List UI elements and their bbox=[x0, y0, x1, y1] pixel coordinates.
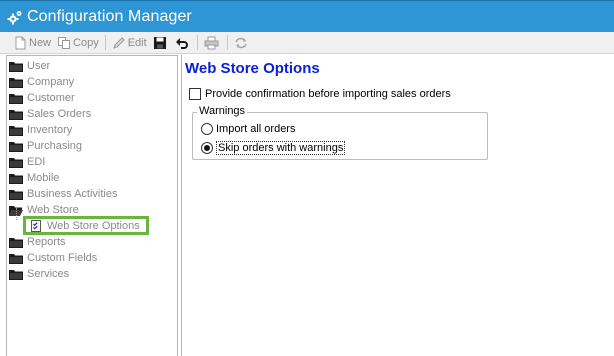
copy-button-label: Copy bbox=[73, 36, 99, 49]
warnings-group-label: Warnings bbox=[197, 105, 248, 117]
tree-item-customer[interactable]: Customer bbox=[9, 90, 75, 106]
tree-item-label: Sales Orders bbox=[27, 108, 92, 120]
tree-item-label: Services bbox=[27, 268, 70, 280]
undo-button[interactable] bbox=[172, 33, 194, 53]
tree-item-label: Inventory bbox=[27, 124, 73, 136]
toolbar-separator bbox=[196, 35, 198, 50]
print-button[interactable] bbox=[201, 33, 224, 53]
tree-item-sales-orders[interactable]: Sales Orders bbox=[9, 106, 91, 122]
tree-item-label: Web Store Options bbox=[47, 219, 140, 232]
toolbar-separator bbox=[226, 35, 228, 50]
folder-icon bbox=[9, 237, 23, 248]
folder-icon bbox=[9, 61, 23, 72]
tree-item-company[interactable]: Company bbox=[9, 74, 74, 90]
refresh-button[interactable] bbox=[231, 33, 253, 53]
window-title: Configuration Manager bbox=[27, 7, 192, 25]
tree-item-services[interactable]: Services bbox=[9, 266, 69, 282]
toolbar: New Copy Edit bbox=[0, 32, 614, 54]
tree-item-web-store-options[interactable]: Web Store Options bbox=[23, 216, 149, 235]
new-button-label: New bbox=[29, 36, 52, 49]
tree-item-business-activities[interactable]: Business Activities bbox=[9, 186, 117, 202]
undo-icon bbox=[175, 37, 188, 49]
tree-item-label: Business Activities bbox=[27, 188, 118, 200]
folder-icon bbox=[9, 253, 23, 264]
gear-icon bbox=[6, 8, 24, 26]
tree-item-inventory[interactable]: Inventory bbox=[9, 122, 72, 138]
skip-warnings-radio[interactable] bbox=[201, 142, 213, 154]
confirm-import-checkbox[interactable] bbox=[189, 88, 201, 100]
edit-button[interactable]: Edit bbox=[109, 33, 150, 53]
new-document-icon bbox=[15, 36, 26, 49]
tree-item-label: Mobile bbox=[27, 172, 60, 184]
copy-button[interactable]: Copy bbox=[54, 33, 102, 53]
skip-warnings-label: Skip orders with warnings bbox=[216, 141, 346, 155]
tree-item-label: Customer bbox=[27, 92, 75, 104]
options-panel: Web Store Options Provide confirmation b… bbox=[181, 55, 614, 356]
warnings-groupbox: Warnings Import all orders Skip orders w… bbox=[192, 105, 488, 160]
tree-item-label: Custom Fields bbox=[27, 252, 98, 264]
folder-icon bbox=[9, 189, 23, 200]
tree-item-purchasing[interactable]: Purchasing bbox=[9, 138, 82, 154]
navigation-tree: User Company Customer Sales Orders Inven… bbox=[6, 55, 178, 356]
edit-button-label: Edit bbox=[127, 36, 147, 49]
import-all-radio[interactable] bbox=[201, 123, 213, 135]
tree-item-custom-fields[interactable]: Custom Fields bbox=[9, 250, 97, 266]
import-all-radio-row[interactable]: Import all orders bbox=[201, 123, 295, 135]
title-bar: Configuration Manager bbox=[0, 0, 614, 32]
folder-icon bbox=[9, 93, 23, 104]
new-button[interactable]: New bbox=[10, 33, 54, 53]
folder-icon bbox=[9, 109, 23, 120]
tree-item-label: Company bbox=[27, 76, 75, 88]
tree-item-user[interactable]: User bbox=[9, 58, 50, 74]
pencil-icon bbox=[112, 36, 125, 49]
folder-icon bbox=[9, 125, 23, 136]
tree-item-mobile[interactable]: Mobile bbox=[9, 170, 59, 186]
page-title: Web Store Options bbox=[185, 60, 320, 77]
toolbar-separator bbox=[104, 35, 106, 50]
save-icon bbox=[153, 36, 166, 49]
tree-item-label: Reports bbox=[27, 236, 66, 248]
confirm-import-checkbox-row[interactable]: Provide confirmation before importing sa… bbox=[189, 88, 451, 100]
skip-warnings-radio-row[interactable]: Skip orders with warnings bbox=[201, 141, 346, 155]
confirm-import-label: Provide confirmation before importing sa… bbox=[205, 88, 451, 100]
folder-icon bbox=[9, 157, 23, 168]
refresh-icon bbox=[234, 37, 247, 48]
settings-page-icon bbox=[31, 219, 41, 232]
folder-icon bbox=[9, 141, 23, 152]
import-all-label: Import all orders bbox=[216, 123, 296, 135]
tree-item-label: EDI bbox=[27, 156, 46, 168]
tree-item-label: Web Store bbox=[27, 204, 79, 216]
folder-icon bbox=[9, 77, 23, 88]
copy-icon bbox=[58, 36, 71, 49]
tree-item-label: Purchasing bbox=[27, 140, 83, 152]
tree-item-reports[interactable]: Reports bbox=[9, 234, 66, 250]
folder-icon bbox=[9, 269, 23, 280]
tree-item-edi[interactable]: EDI bbox=[9, 154, 45, 170]
save-button[interactable] bbox=[150, 33, 172, 53]
tree-connector bbox=[16, 208, 17, 220]
tree-item-label: User bbox=[27, 60, 51, 72]
folder-icon bbox=[9, 173, 23, 184]
printer-icon bbox=[204, 36, 219, 49]
